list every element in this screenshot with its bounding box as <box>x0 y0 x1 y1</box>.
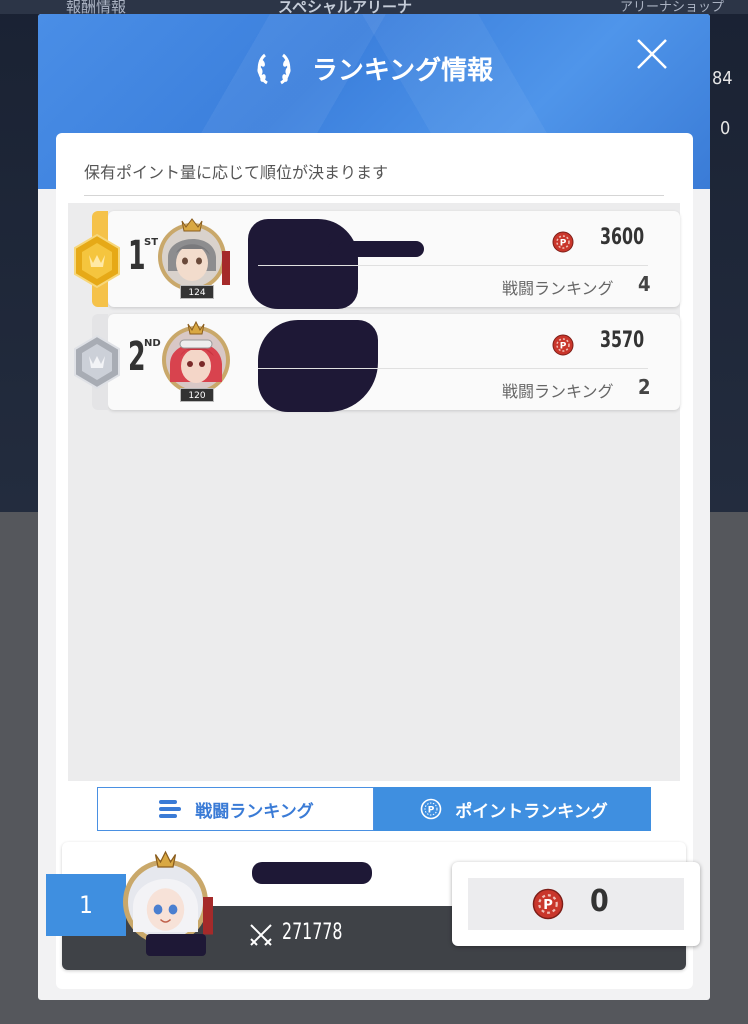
battle-rank-label: 戦闘ランキング <box>502 382 614 401</box>
tab-battle-ranking[interactable]: 戦闘ランキング <box>97 787 374 831</box>
ranking-tabs: 戦闘ランキング P ポイントランキング <box>97 787 651 831</box>
redacted-name <box>248 219 358 309</box>
divider <box>84 195 664 196</box>
svg-text:P: P <box>560 239 567 249</box>
battle-rank-label: 戦闘ランキング <box>502 279 614 298</box>
tab-battle-label: 戦闘ランキング <box>195 801 314 822</box>
ranking-row-2[interactable]: 2 ND 120 P 3570 戦闘ランキング 2 <box>74 314 680 412</box>
redacted-my-name <box>252 862 372 884</box>
point-p-icon: P <box>420 798 442 820</box>
ranking-row-1[interactable]: 1 ST 124 P 3600 戦闘ランキング 4 <box>74 211 680 309</box>
battle-rank-value: 2 <box>638 375 651 399</box>
bullets-icon <box>159 800 182 818</box>
player-level: 124 <box>180 285 214 299</box>
close-button[interactable] <box>634 36 670 72</box>
rank-number: 1 <box>128 233 146 279</box>
svg-text:P: P <box>560 342 567 352</box>
laurel-icon <box>257 53 291 84</box>
redacted-my-level <box>146 934 206 956</box>
silver-medal-icon <box>74 334 120 390</box>
my-combat-power: 271778 <box>282 920 343 945</box>
tab-point-label: ポイントランキング <box>455 801 608 822</box>
crossed-swords-icon <box>250 924 272 946</box>
my-rank-number: 1 <box>46 874 126 936</box>
modal-title: ランキング情報 <box>311 56 494 86</box>
player-level: 120 <box>180 388 214 402</box>
point-coin-icon: P <box>532 888 564 920</box>
row-divider <box>258 368 648 369</box>
redacted-name-stroke <box>328 241 424 257</box>
my-points-value: 0 <box>590 884 609 919</box>
redacted-name <box>258 320 378 412</box>
my-points-panel: P 0 <box>452 862 700 946</box>
rank-number: 2 <box>128 334 146 380</box>
ranking-list[interactable]: 1 ST 124 P 3600 戦闘ランキング 4 2 ND 120 P 357… <box>68 203 680 781</box>
svg-text:P: P <box>428 806 435 816</box>
point-coin-icon: P <box>552 231 574 253</box>
tab-point-ranking[interactable]: P ポイントランキング <box>374 787 651 831</box>
background-side-value-2: 0 <box>720 118 731 139</box>
modal-title-area: ランキング情報 <box>38 50 710 87</box>
battle-rank-value: 4 <box>638 272 651 296</box>
player-points: 3600 <box>599 225 644 250</box>
gold-medal-icon <box>74 233 120 289</box>
background-shop-label: アリーナショップ <box>620 0 725 15</box>
my-points-inner <box>468 878 684 930</box>
row-divider <box>258 265 648 266</box>
point-coin-icon: P <box>552 334 574 356</box>
player-points: 3570 <box>599 328 644 353</box>
svg-text:P: P <box>543 898 553 913</box>
background-side-value-1: 84 <box>712 68 733 89</box>
ranking-description: 保有ポイント量に応じて順位が決まります <box>84 163 389 182</box>
ranking-info-modal: ランキング情報 保有ポイント量に応じて順位が決まります 1 ST 124 P 3… <box>38 14 710 1000</box>
